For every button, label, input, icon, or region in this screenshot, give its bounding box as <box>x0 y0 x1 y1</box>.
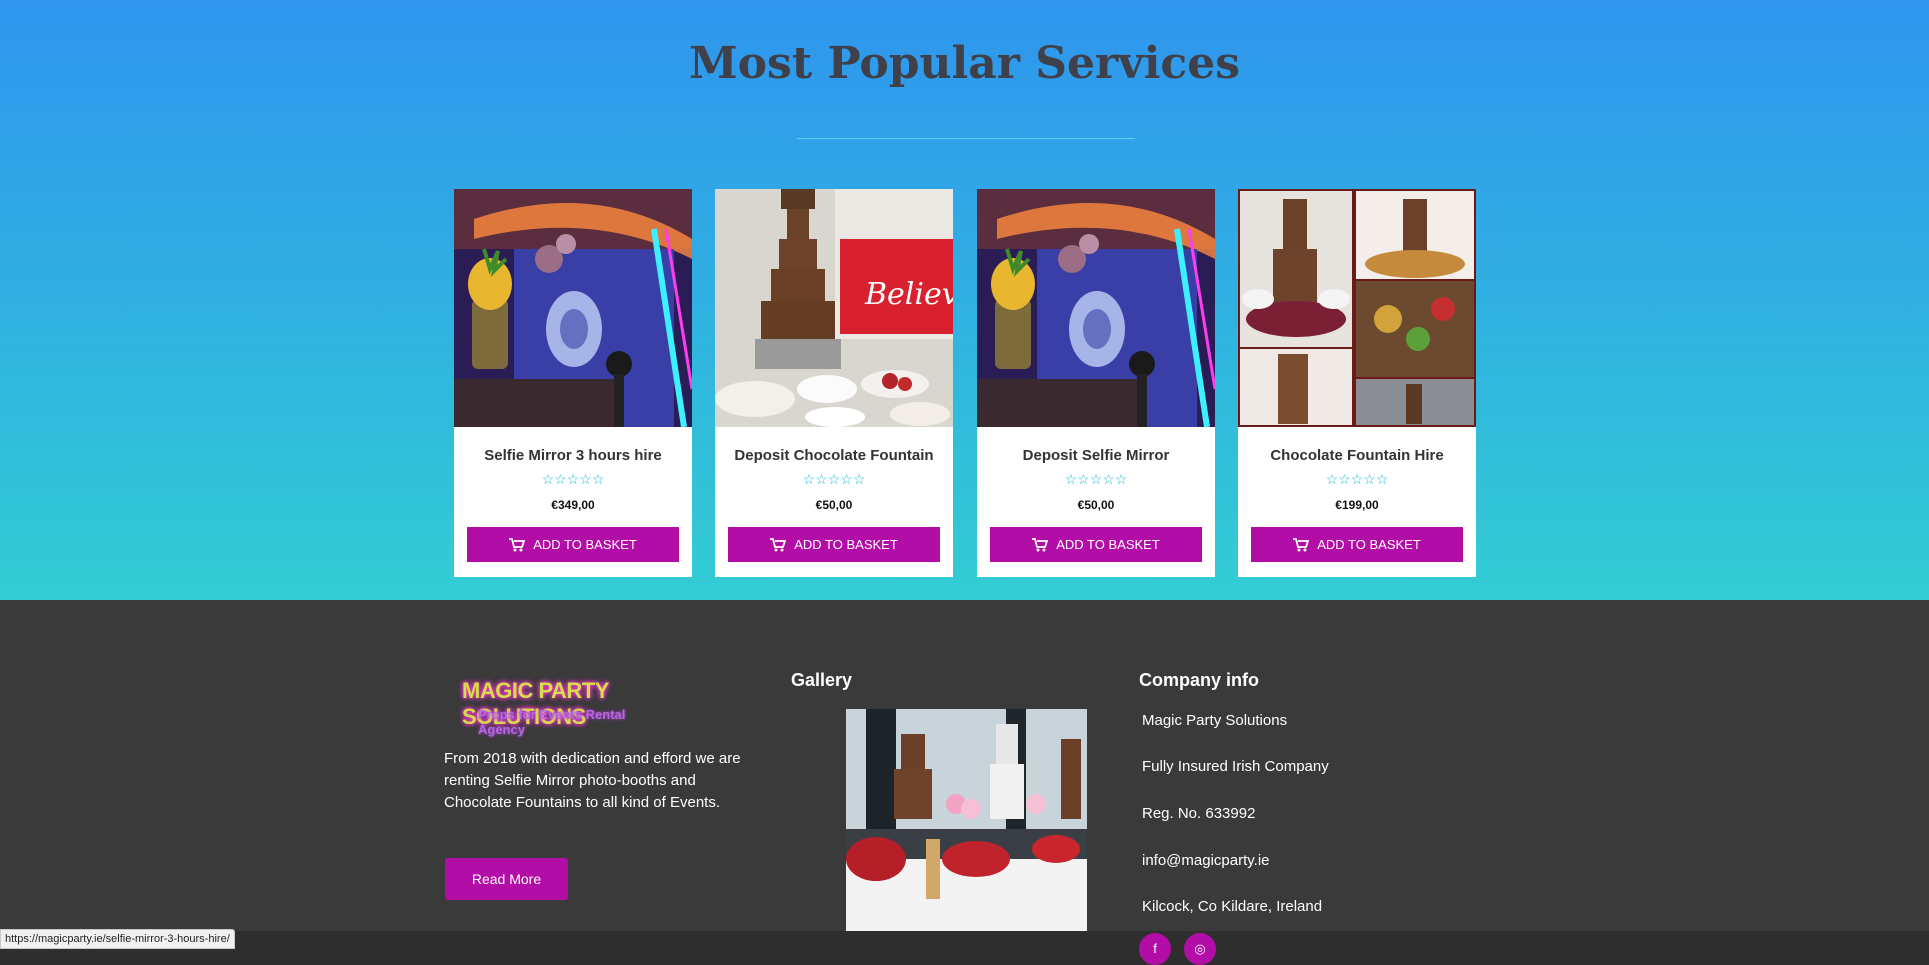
button-label: ADD TO BASKET <box>533 537 637 552</box>
product-image[interactable] <box>1238 189 1476 427</box>
product-price: €199,00 <box>1335 498 1379 512</box>
product-card: Deposit Selfie Mirror ☆☆☆☆☆ €50,00 ADD T… <box>977 189 1215 577</box>
instagram-icon[interactable]: ◎ <box>1184 933 1216 965</box>
company-reg-no: Reg. No. 633992 <box>1142 805 1256 822</box>
company-email[interactable]: info@magicparty.ie <box>1142 852 1270 869</box>
cart-icon <box>1032 537 1049 551</box>
product-price: €50,00 <box>1077 498 1115 512</box>
section-title: Most Popular Services <box>689 38 1240 89</box>
read-more-button[interactable]: Read More <box>445 858 568 900</box>
facebook-icon[interactable]: f <box>1139 933 1171 965</box>
product-card: Selfie Mirror 3 hours hire ☆☆☆☆☆ €349,00… <box>454 189 692 577</box>
popular-services-section: Most Popular Services <box>0 0 1929 600</box>
product-price: €50,00 <box>815 498 853 512</box>
gallery-image[interactable] <box>846 709 1087 931</box>
gallery-heading: Gallery <box>791 670 853 690</box>
product-card: Chocolate Fountain Hire ☆☆☆☆☆ €199,00 AD… <box>1238 189 1476 577</box>
button-label: ADD TO BASKET <box>1317 537 1421 552</box>
status-bar-url: https://magicparty.ie/selfie-mirror-3-ho… <box>0 929 235 949</box>
product-image[interactable]: Believe <box>715 189 953 427</box>
rating-stars: ☆☆☆☆☆ <box>802 471 866 487</box>
product-image[interactable] <box>977 189 1215 427</box>
cart-icon <box>509 537 526 551</box>
product-name[interactable]: Selfie Mirror 3 hours hire <box>454 447 692 464</box>
title-divider <box>797 138 1135 139</box>
cart-icon <box>770 537 787 551</box>
company-name: Magic Party Solutions <box>1142 712 1288 729</box>
site-logo[interactable]: MAGIC PARTY SOLUTIONS Props for Events R… <box>444 676 674 737</box>
rating-stars: ☆☆☆☆☆ <box>1064 471 1128 487</box>
cart-icon <box>1293 537 1310 551</box>
rating-stars: ☆☆☆☆☆ <box>1325 471 1389 487</box>
svg-text:Believe: Believe <box>864 277 953 312</box>
company-address: Kilcock, Co Kildare, Ireland <box>1142 898 1323 915</box>
add-to-basket-button[interactable]: ADD TO BASKET <box>1251 527 1463 562</box>
product-price: €349,00 <box>551 498 595 512</box>
product-card: Believe Deposit Chocolate Fountain ☆☆☆☆☆… <box>715 189 953 577</box>
add-to-basket-button[interactable]: ADD TO BASKET <box>990 527 1202 562</box>
product-image[interactable] <box>454 189 692 427</box>
button-label: ADD TO BASKET <box>1056 537 1160 552</box>
company-info-heading: Company info <box>1139 670 1259 690</box>
add-to-basket-button[interactable]: ADD TO BASKET <box>728 527 940 562</box>
add-to-basket-button[interactable]: ADD TO BASKET <box>467 527 679 562</box>
product-name[interactable]: Deposit Selfie Mirror <box>977 447 1215 464</box>
product-name[interactable]: Chocolate Fountain Hire <box>1238 447 1476 464</box>
logo-tagline: Props for Events Rental Agency <box>478 707 626 737</box>
button-label: ADD TO BASKET <box>794 537 898 552</box>
rating-stars: ☆☆☆☆☆ <box>541 471 605 487</box>
company-insurance: Fully Insured Irish Company <box>1142 758 1329 775</box>
product-name[interactable]: Deposit Chocolate Fountain <box>715 447 953 464</box>
about-text: From 2018 with dedication and efford we … <box>444 750 741 811</box>
